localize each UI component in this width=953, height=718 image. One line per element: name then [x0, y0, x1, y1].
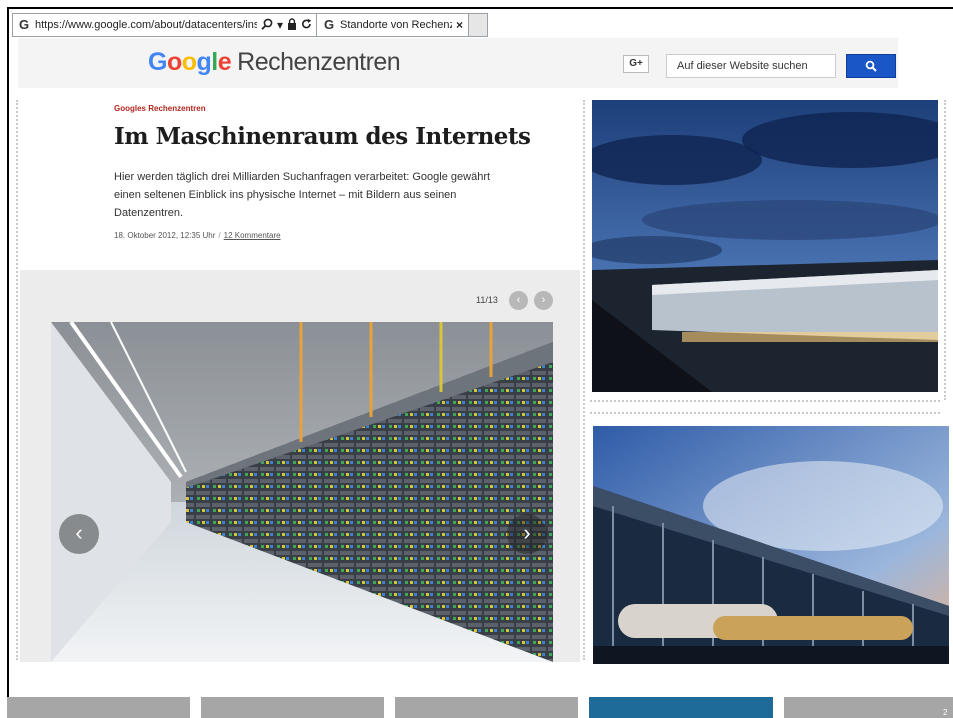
article-lead: Hier werden täglich drei Milliarden Such… — [114, 171, 491, 219]
site-search-input[interactable]: Auf dieser Website suchen — [666, 54, 836, 78]
page-number: 2 — [943, 708, 948, 717]
slide-frame-left — [7, 7, 9, 697]
logo-letter: g — [196, 48, 212, 76]
google-favicon-icon: G — [18, 17, 30, 32]
logo-letter: o — [166, 48, 182, 76]
meta-separator: / — [218, 231, 221, 240]
nav-bar-3[interactable] — [395, 697, 578, 718]
dotted-guide-middle — [583, 100, 585, 660]
slide-frame-top — [7, 7, 953, 9]
dropdown-icon[interactable]: ▾ — [277, 19, 283, 31]
datacenter-exterior-photo — [592, 100, 938, 392]
new-tab-button[interactable] — [469, 13, 488, 37]
logo-letter: o — [181, 48, 197, 76]
site-logo[interactable]: Google Rechenzentren — [148, 48, 401, 77]
article-header: Googles Rechenzentren Im Maschinenraum d… — [20, 90, 580, 270]
browser-toolbar: G https://www.google.com/about/datacente… — [12, 13, 490, 37]
refresh-icon[interactable] — [301, 18, 312, 32]
nav-bar-1[interactable] — [7, 697, 190, 718]
logo-letter: e — [217, 48, 232, 76]
image-gallery: 11/13 ‹ › ‹ › — [20, 270, 580, 662]
dotted-guide-horizontal-2 — [590, 412, 940, 414]
logo-letter: G — [148, 48, 167, 76]
gallery-next-button[interactable]: › — [534, 291, 553, 310]
lock-icon — [287, 18, 297, 32]
nav-bar-4-active[interactable] — [589, 697, 773, 718]
nav-bar-5[interactable] — [784, 697, 953, 718]
dotted-guide-horizontal — [590, 400, 940, 402]
close-icon[interactable]: × — [456, 18, 463, 32]
address-bar[interactable]: G https://www.google.com/about/datacente… — [12, 13, 317, 37]
gallery-counter: 11/13 — [476, 295, 498, 305]
article-date: 18. Oktober 2012, 12:35 Uhr — [114, 231, 216, 240]
search-button[interactable] — [846, 54, 896, 78]
article-meta: 18. Oktober 2012, 12:35 Uhr/12 Kommentar… — [114, 231, 281, 240]
dotted-guide-right — [944, 100, 946, 400]
slide-next-arrow[interactable]: › — [507, 514, 547, 554]
browser-tab[interactable]: G Standorte von Rechenzentr... × — [317, 13, 469, 37]
article-headline: Im Maschinenraum des Internets — [114, 123, 531, 150]
google-plus-button[interactable]: G+ — [623, 55, 649, 73]
site-header: Google Rechenzentren G+ Auf dieser Websi… — [18, 38, 898, 88]
gallery-prev-button[interactable]: ‹ — [509, 291, 528, 310]
nav-bar-2[interactable] — [201, 697, 384, 718]
comments-link[interactable]: 12 Kommentare — [224, 231, 281, 240]
cooling-plant-photo — [593, 426, 949, 664]
article-kicker[interactable]: Googles Rechenzentren — [114, 104, 206, 113]
server-room-photo: ‹ › — [51, 322, 553, 662]
logo-subtitle: Rechenzentren — [237, 48, 401, 76]
dotted-guide-left — [16, 100, 18, 660]
search-icon — [865, 60, 877, 72]
google-favicon-icon: G — [323, 17, 335, 32]
slide-prev-arrow[interactable]: ‹ — [59, 514, 99, 554]
google-logo: Google — [148, 48, 232, 77]
url-text[interactable]: https://www.google.com/about/datacenters… — [35, 19, 257, 31]
tab-title[interactable]: Standorte von Rechenzentr... — [340, 19, 452, 31]
search-icon[interactable] — [261, 18, 273, 32]
